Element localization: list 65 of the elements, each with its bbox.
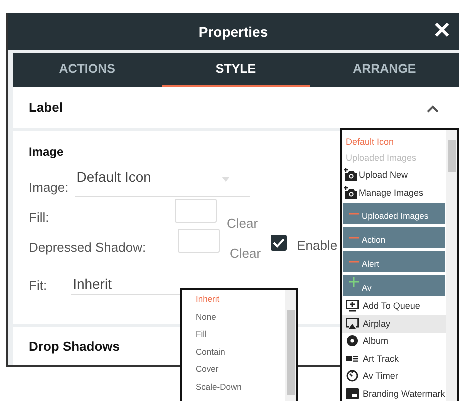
camera-icon (344, 186, 358, 199)
minus-icon (349, 260, 359, 262)
minus-icon (349, 236, 359, 238)
tab[interactable]: ACTIONS (13, 53, 162, 87)
select-value: Default Icon (76, 169, 152, 185)
close-button[interactable]: ✕ (429, 17, 455, 45)
section-title: Drop Shadows (29, 338, 120, 354)
clear-button[interactable]: Clear (220, 246, 262, 261)
menu-item[interactable]: Av Timer (342, 368, 446, 385)
plus-icon (349, 276, 359, 286)
menu-item[interactable]: None (196, 312, 285, 329)
group-header[interactable]: Action (343, 226, 445, 248)
menu-item[interactable]: Upload New (342, 166, 446, 184)
field-label: Depressed Shadow: (29, 240, 148, 257)
scrollbar[interactable] (285, 290, 296, 401)
menu-item[interactable]: Contain (196, 346, 285, 364)
section-header[interactable]: Label (13, 87, 459, 128)
menu-item-label: Add To Queue (363, 301, 420, 312)
field-label: Image: (29, 180, 69, 197)
menu-item-label: Av Timer (363, 371, 398, 382)
minus-icon (349, 212, 359, 214)
menu-item-label: Branding Watermark (363, 388, 446, 399)
group-label: Uploaded Images (362, 210, 429, 220)
menu-item-label: Manage Images (359, 188, 424, 198)
tab[interactable]: ARRANGE (310, 53, 459, 87)
menu-item[interactable]: Art Track (342, 350, 446, 368)
menu-item[interactable]: Cover (196, 364, 285, 382)
checkbox-label: Enable (297, 238, 338, 255)
timer-icon (346, 370, 359, 382)
menu-item[interactable]: Airplay (342, 315, 446, 332)
menu-item[interactable]: Album (342, 332, 446, 350)
menu-item-label: Album (363, 336, 389, 346)
menu-item[interactable]: Scale-Down (196, 382, 285, 399)
caret-icon (222, 177, 230, 182)
clear-button[interactable]: Clear (217, 216, 258, 231)
menu-item-label: Default Icon (346, 136, 394, 147)
select-value: Inherit (73, 276, 112, 292)
window-title: Properties (198, 24, 268, 40)
scrollbar[interactable] (446, 130, 457, 401)
group-header[interactable]: Av (343, 274, 445, 296)
group-header[interactable]: Alert (343, 250, 445, 272)
screen-icon (346, 318, 359, 330)
section-title: Label (29, 100, 63, 115)
queue-icon (346, 300, 359, 312)
camera-icon (344, 168, 358, 181)
menu-item-label: Art Track (363, 354, 400, 364)
menu-item-label: Upload New (359, 170, 408, 180)
menu-item-label: Airplay (363, 318, 391, 329)
color-field[interactable] (178, 229, 220, 253)
menu-item[interactable]: Branding Watermark (342, 385, 446, 401)
menu-item[interactable]: Manage Images (342, 184, 446, 202)
group-label: Av (362, 282, 372, 292)
group-label: Alert (362, 258, 380, 268)
select-field[interactable]: Default Icon (74, 169, 250, 197)
color-field[interactable] (175, 199, 217, 223)
checkbox[interactable] (271, 235, 288, 251)
section-title: Image (29, 145, 64, 159)
menu-item[interactable]: Add To Queue (342, 298, 446, 315)
group-label: Action (362, 234, 386, 244)
group-header[interactable]: Uploaded Images (343, 202, 445, 224)
menu-header: Uploaded Images (345, 152, 418, 165)
field-label: Fill: (29, 210, 50, 227)
field-label: Fit: (29, 278, 48, 295)
menu-item[interactable]: Fill (196, 329, 285, 346)
disc-icon (346, 335, 359, 348)
